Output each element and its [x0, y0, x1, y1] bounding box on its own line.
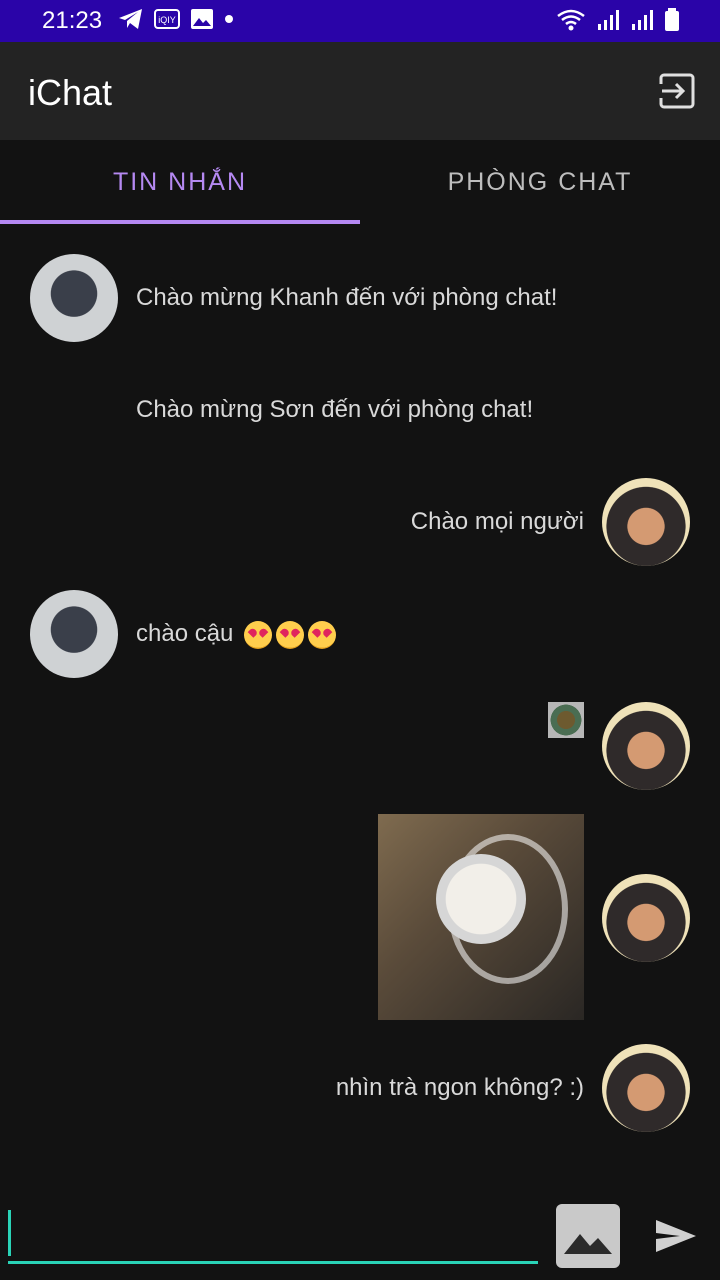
avatar[interactable]	[602, 478, 690, 566]
tab-messages[interactable]: TIN NHẮN	[0, 140, 360, 224]
message-text: nhìn trà ngon không? :)	[335, 1074, 584, 1101]
svg-text:iQIY: iQIY	[158, 15, 176, 25]
logout-icon[interactable]	[658, 72, 696, 110]
composer	[0, 1190, 720, 1280]
text-cursor	[8, 1210, 11, 1256]
message-photo[interactable]	[378, 814, 584, 1020]
avatar[interactable]	[30, 590, 118, 678]
message-text-content: chào cậu	[136, 620, 234, 647]
heart-eyes-emoji-icon	[276, 620, 305, 649]
message-input[interactable]	[8, 1208, 538, 1264]
avatar[interactable]	[602, 702, 690, 790]
status-time: 21:23	[42, 7, 103, 34]
signal-icon-2	[632, 10, 653, 30]
app-title: iChat	[28, 72, 113, 113]
app-bar: iChat	[0, 42, 720, 140]
wifi-icon	[557, 9, 585, 31]
image-thumbnail-small[interactable]	[548, 702, 584, 738]
tab-indicator	[0, 220, 360, 224]
heart-eyes-emoji-icon	[244, 620, 273, 649]
message-text: chào cậu	[136, 620, 337, 649]
avatar[interactable]	[602, 874, 690, 962]
dot-icon	[225, 15, 233, 23]
avatar[interactable]	[30, 254, 118, 342]
tab-bar: TIN NHẮN PHÒNG CHAT	[0, 140, 720, 224]
tab-chat-room[interactable]: PHÒNG CHAT	[360, 140, 720, 224]
battery-icon	[665, 8, 679, 31]
gallery-icon	[191, 9, 213, 29]
signal-icon	[598, 10, 619, 30]
status-bar: 21:23 iQIY	[0, 0, 720, 42]
telegram-icon	[119, 9, 142, 29]
message-text: Chào mừng Khanh đến với phòng chat!	[136, 284, 558, 311]
iqiyi-icon: iQIY	[154, 9, 180, 29]
attach-image-button[interactable]	[556, 1204, 620, 1268]
heart-eyes-emoji-icon	[308, 620, 337, 649]
message-text: Chào mọi người	[410, 508, 584, 535]
send-icon[interactable]	[654, 1218, 698, 1254]
avatar[interactable]	[602, 1044, 690, 1132]
message-text: Chào mừng Sơn đến với phòng chat!	[136, 396, 534, 423]
image-icon	[564, 1234, 612, 1254]
